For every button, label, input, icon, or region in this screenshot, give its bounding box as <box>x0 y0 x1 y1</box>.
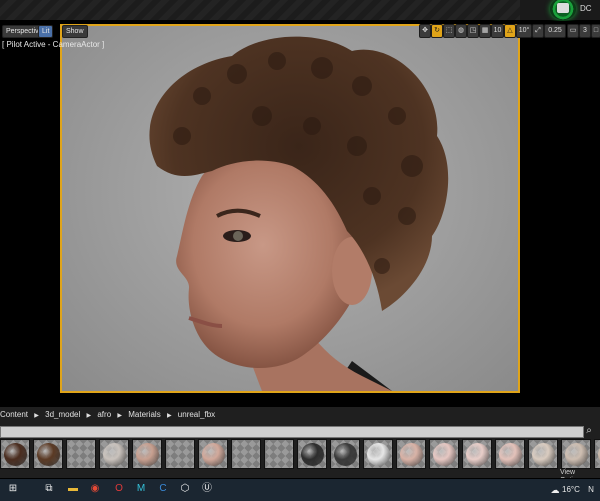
crumb-afro[interactable]: afro <box>97 410 111 419</box>
crumb-separator: ▶ <box>86 413 92 419</box>
maximize-viewport-icon[interactable]: □ <box>591 24 600 38</box>
material-preview-sphere <box>301 443 324 466</box>
thumb-dark-sphere-2[interactable] <box>330 439 360 469</box>
scale-snap-icon[interactable]: ⤢ <box>532 24 544 38</box>
opera-icon[interactable]: O <box>112 482 126 496</box>
thumb-empty[interactable] <box>66 439 96 469</box>
crumb-separator: ▶ <box>117 413 123 419</box>
task-view-icon[interactable]: ⧉ <box>42 482 56 496</box>
temperature-text: 16°C <box>562 485 580 494</box>
start-icon[interactable]: ⊞ <box>6 482 20 496</box>
material-preview-sphere <box>136 443 159 466</box>
thumb-pink-sphere-2[interactable] <box>462 439 492 469</box>
material-preview-sphere <box>103 443 126 466</box>
crumb-content[interactable]: Content <box>0 410 28 419</box>
app-c-icon[interactable]: C <box>156 482 170 496</box>
breadcrumb: Content ▶ 3d_model ▶ afro ▶ Materials ▶ … <box>0 408 219 422</box>
thumb-pink-sphere-3[interactable] <box>495 439 525 469</box>
material-preview-sphere <box>433 443 456 466</box>
title-bar-pattern <box>0 0 520 20</box>
scale-tool-icon[interactable]: ⬚ <box>443 24 455 38</box>
3d-viewer-icon[interactable]: ⬡ <box>178 482 192 496</box>
thumb-skin-sphere-2[interactable] <box>198 439 228 469</box>
rotate-tool-icon[interactable]: ↻ <box>431 24 443 38</box>
scale-snap-value[interactable]: 0.25 <box>544 24 566 38</box>
crumb-separator: ▶ <box>166 413 172 419</box>
thumb-pink-sphere[interactable] <box>429 439 459 469</box>
thumb-beige-sphere-2[interactable] <box>561 439 591 469</box>
user-tag: DC <box>580 4 592 13</box>
editor-title-bar <box>0 0 600 21</box>
taskbar-extra-text: N <box>588 485 594 494</box>
thumb-empty[interactable] <box>165 439 195 469</box>
thumb-empty[interactable] <box>231 439 261 469</box>
grid-snap-icon[interactable]: ▦ <box>479 24 491 38</box>
asset-search-input[interactable] <box>0 426 584 438</box>
crumb-materials[interactable]: Materials <box>128 410 160 419</box>
translate-tool-icon[interactable]: ✥ <box>419 24 431 38</box>
material-preview-sphere <box>499 443 522 466</box>
thumb-dark-sphere[interactable] <box>297 439 327 469</box>
material-preview-sphere <box>4 443 27 466</box>
lit-mode-dropdown[interactable]: Lit <box>38 25 54 38</box>
rotation-snap-value[interactable]: 10° <box>516 24 532 38</box>
material-preview-sphere <box>400 443 423 466</box>
camera-speed-value[interactable]: 3 <box>579 24 591 38</box>
thumb-beige-sphere[interactable] <box>528 439 558 469</box>
grid-snap-value[interactable]: 10 <box>491 24 504 38</box>
thumb-white-sphere[interactable] <box>363 439 393 469</box>
crumb-3d-model[interactable]: 3d_model <box>45 410 80 419</box>
world-space-icon[interactable]: ◍ <box>455 24 467 38</box>
weather-temperature: 16°C N <box>562 485 594 494</box>
record-icon <box>557 3 569 13</box>
material-preview-sphere <box>202 443 225 466</box>
crumb-unreal-fbx[interactable]: unreal_fbx <box>178 410 215 419</box>
thumb-brown-sphere[interactable] <box>0 439 30 469</box>
material-preview-sphere <box>367 443 390 466</box>
character-head-render <box>149 36 449 391</box>
camera-speed-icon[interactable]: ▭ <box>567 24 579 38</box>
thumb-hair-sphere[interactable] <box>33 439 63 469</box>
material-preview-sphere <box>334 443 357 466</box>
material-preview-sphere <box>466 443 489 466</box>
weather-icon: ☁ <box>550 485 560 495</box>
material-preview-sphere <box>532 443 555 466</box>
material-preview-sphere <box>37 443 60 466</box>
unreal-engine-icon[interactable]: Ⓤ <box>200 482 214 496</box>
surface-snap-icon[interactable]: ◳ <box>467 24 479 38</box>
material-preview-sphere <box>565 443 588 466</box>
file-explorer-icon[interactable]: ▬ <box>66 482 80 496</box>
camera-view-frame[interactable] <box>60 24 520 393</box>
pilot-actor-label: [ Pilot Active - CameraActor ] <box>2 40 105 49</box>
thumb-beige-sphere-3[interactable] <box>594 439 600 469</box>
search-icon[interactable]: ⌕ <box>583 425 595 437</box>
show-dropdown[interactable]: Show <box>62 25 88 38</box>
thumb-skin-sphere-3[interactable] <box>396 439 426 469</box>
crumb-separator: ▶ <box>34 413 39 419</box>
thumb-empty[interactable] <box>264 439 294 469</box>
app-m-icon[interactable]: M <box>134 482 148 496</box>
chrome-icon[interactable]: ◉ <box>88 482 102 496</box>
thumb-skin-sphere[interactable] <box>132 439 162 469</box>
thumb-white-sphere-dark[interactable] <box>99 439 129 469</box>
rotation-snap-icon[interactable]: △ <box>504 24 516 38</box>
